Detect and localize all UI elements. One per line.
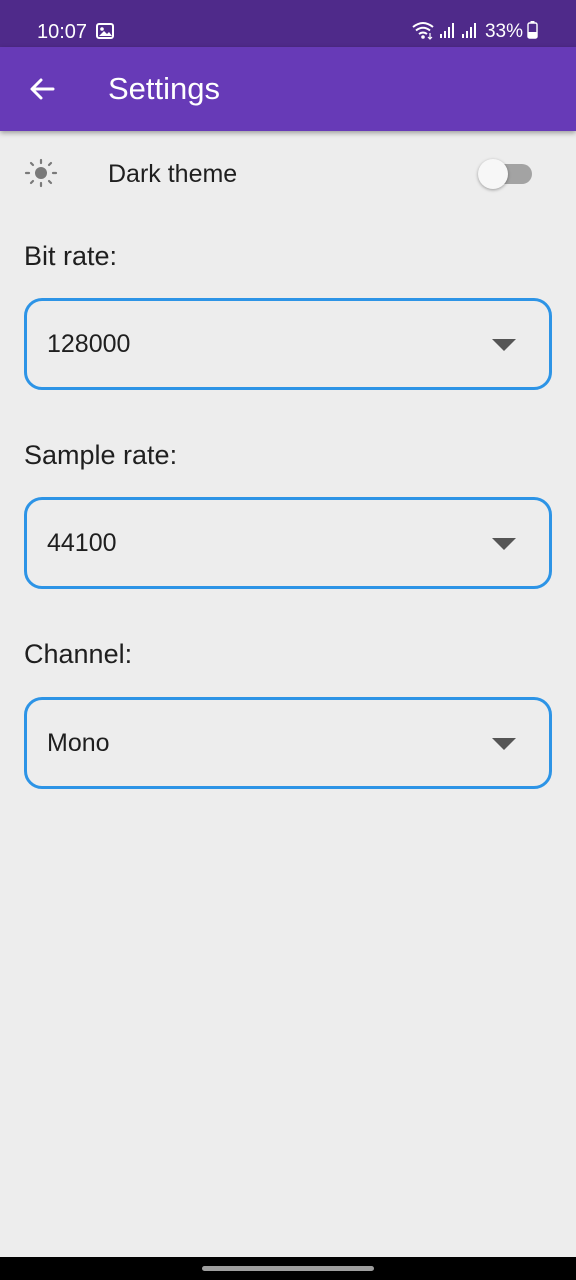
sample-rate-dropdown[interactable]: 44100: [24, 497, 552, 589]
dark-theme-label: Dark theme: [108, 160, 238, 188]
bit-rate-label: Bit rate:: [24, 241, 118, 271]
toggle-thumb: [478, 159, 508, 189]
sun-icon: [24, 158, 58, 193]
channel-value: Mono: [47, 729, 110, 757]
channel-dropdown[interactable]: Mono: [24, 697, 552, 789]
app-bar: Settings: [0, 47, 576, 131]
status-time: 10:07: [37, 21, 88, 43]
dropdown-arrow-icon: [492, 738, 516, 750]
status-icons: 33%: [411, 20, 538, 44]
dropdown-arrow-icon: [492, 538, 516, 550]
page-title: Settings: [108, 71, 221, 106]
channel-label: Channel:: [24, 639, 133, 669]
battery-percent: 33%: [484, 21, 523, 42]
dropdown-arrow-icon: [492, 339, 516, 351]
sample-rate-value: 44100: [47, 529, 117, 557]
battery-icon: [527, 20, 538, 44]
status-bar: 10:07 33%: [0, 0, 576, 47]
arrow-back-icon: [30, 78, 55, 100]
navigation-bar: [0, 1257, 576, 1280]
bit-rate-dropdown[interactable]: 128000: [24, 298, 552, 390]
dark-theme-row[interactable]: Dark theme: [0, 131, 576, 215]
sample-rate-label: Sample rate:: [24, 440, 178, 470]
back-button[interactable]: [20, 67, 64, 111]
signal-icon: [439, 21, 457, 44]
bit-rate-value: 128000: [47, 330, 131, 358]
home-handle[interactable]: [202, 1266, 374, 1271]
wifi-icon: [411, 20, 435, 45]
signal-icon: [461, 21, 479, 44]
dark-theme-toggle[interactable]: [478, 159, 534, 189]
gallery-icon: [96, 23, 114, 44]
